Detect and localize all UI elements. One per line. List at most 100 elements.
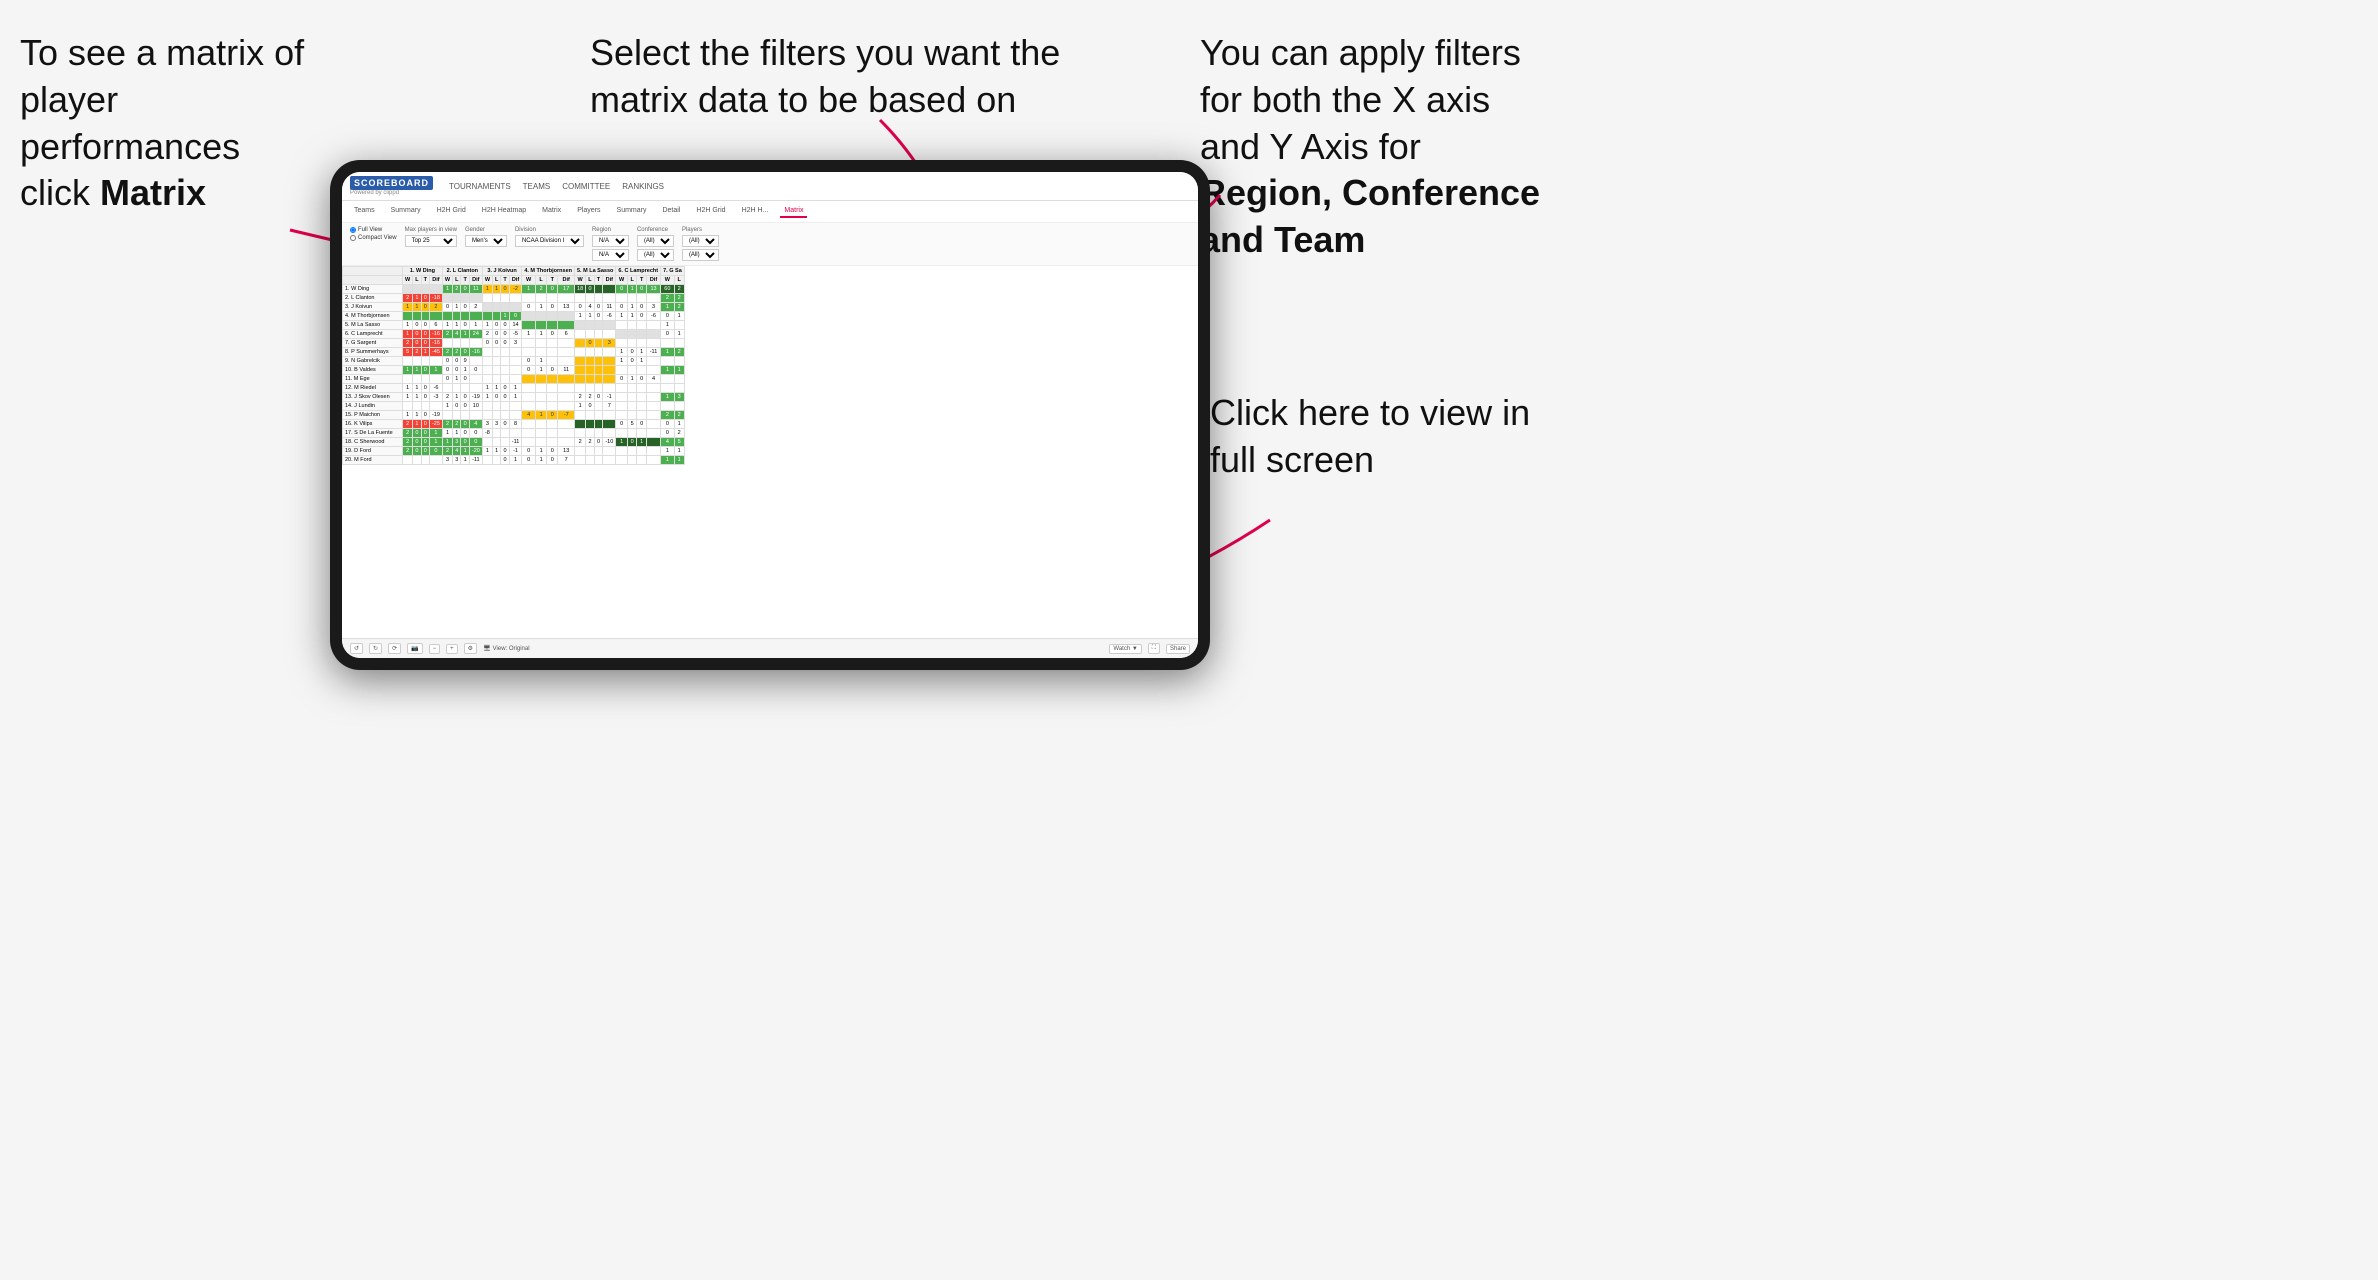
- filter-division: Division NCAA Division I: [515, 227, 584, 247]
- annotation-topleft: To see a matrix ofplayer performancescli…: [20, 30, 340, 217]
- tab-summary[interactable]: Summary: [387, 205, 425, 218]
- tab-h2h-grid[interactable]: H2H Grid: [433, 205, 470, 218]
- row-label: 16. K Vilips: [343, 420, 403, 429]
- filter-bar: Full View Compact View Max players in vi…: [342, 223, 1198, 266]
- row-label: 9. N Gabrelcik: [343, 357, 403, 366]
- nav-items: TOURNAMENTS TEAMS COMMITTEE RANKINGS: [449, 180, 664, 193]
- view-mode-group: Full View Compact View: [350, 227, 397, 241]
- tab-players-h2h-h[interactable]: H2H H...: [738, 205, 773, 218]
- tablet-frame: SCOREBOARD Powered by clippd TOURNAMENTS…: [330, 160, 1210, 670]
- table-row: 14. J Lundin 10010 107: [343, 402, 685, 411]
- tab-h2h-heatmap[interactable]: H2H Heatmap: [478, 205, 530, 218]
- matrix-container[interactable]: 1. W Ding 2. L Clanton 3. J Koivun 4. M …: [342, 266, 1198, 657]
- col-sub-dif3: Dif: [509, 276, 522, 285]
- tab-players-matrix[interactable]: Matrix: [780, 205, 807, 218]
- nav-tournaments[interactable]: TOURNAMENTS: [449, 180, 511, 193]
- app-header: SCOREBOARD Powered by clippd TOURNAMENTS…: [342, 172, 1198, 201]
- tab-teams[interactable]: Teams: [350, 205, 379, 218]
- tab-players-detail[interactable]: Detail: [658, 205, 684, 218]
- tab-matrix[interactable]: Matrix: [538, 205, 565, 218]
- toolbar-screenshot[interactable]: 📷: [407, 643, 422, 654]
- col-sub-l6: L: [627, 276, 636, 285]
- radio-compact-view[interactable]: Compact View: [350, 235, 397, 241]
- col-sub-t6: T: [637, 276, 646, 285]
- filter-gender-label: Gender: [465, 227, 507, 233]
- filter-conference-y-select[interactable]: (All): [637, 249, 674, 261]
- toolbar-watch[interactable]: Watch ▼: [1109, 644, 1141, 654]
- table-row: 10. B Valdes 1101 0010 01011 11: [343, 366, 685, 375]
- table-row: 12. M Riedel 110-6 1101: [343, 384, 685, 393]
- toolbar-share[interactable]: Share: [1166, 644, 1190, 654]
- radio-full-view[interactable]: Full View: [350, 227, 397, 233]
- col-sub-dif1: Dif: [429, 276, 442, 285]
- logo-title: SCOREBOARD: [354, 178, 429, 188]
- col-sub-dif4: Dif: [558, 276, 575, 285]
- table-row: 11. M Ege 010 0104: [343, 375, 685, 384]
- nav-rankings[interactable]: RANKINGS: [622, 180, 664, 193]
- row-label: 6. C Lamprecht: [343, 330, 403, 339]
- tab-players-h2h-grid[interactable]: H2H Grid: [692, 205, 729, 218]
- row-label: 8. P Summerhays: [343, 348, 403, 357]
- filter-region-y-select[interactable]: N/A: [592, 249, 629, 261]
- filter-max-players-select[interactable]: Top 25: [405, 235, 457, 247]
- tab-players-summary[interactable]: Summary: [613, 205, 651, 218]
- row-label: 7. G Sargent: [343, 339, 403, 348]
- toolbar-redo[interactable]: ↻: [369, 643, 382, 654]
- col-sub-l3: L: [493, 276, 501, 285]
- col-subheader-empty: [343, 276, 403, 285]
- logo-box: SCOREBOARD: [350, 176, 433, 190]
- table-row: 13. J Skov Olesen 110-3 210-19 1001 220-…: [343, 393, 685, 402]
- filter-region: Region N/A N/A: [592, 227, 629, 261]
- toolbar-refresh[interactable]: ⟳: [388, 643, 401, 654]
- table-row: 2. L Clanton 210-18 22: [343, 294, 685, 303]
- filter-gender: Gender Men's: [465, 227, 507, 247]
- toolbar-settings[interactable]: ⚙: [464, 643, 477, 654]
- nav-teams[interactable]: TEAMS: [523, 180, 551, 193]
- table-row: 7. G Sargent 200-16 0003 03: [343, 339, 685, 348]
- toolbar-undo[interactable]: ↺: [350, 643, 363, 654]
- filter-division-select[interactable]: NCAA Division I: [515, 235, 584, 247]
- col-sub-w7: W: [661, 276, 674, 285]
- col-sub-t1: T: [421, 276, 429, 285]
- radio-full-view-input[interactable]: [350, 227, 356, 233]
- row-label: 5. M La Sasso: [343, 321, 403, 330]
- toolbar-zoom-in[interactable]: +: [446, 644, 458, 654]
- col-header-gsa: 7. G Sa: [661, 267, 685, 276]
- col-header-mlasasso: 5. M La Sasso: [574, 267, 615, 276]
- tab-players[interactable]: Players: [573, 205, 604, 218]
- col-sub-dif6: Dif: [646, 276, 660, 285]
- row-label: 12. M Riedel: [343, 384, 403, 393]
- toolbar-fullscreen[interactable]: ⛶: [1148, 643, 1160, 654]
- filter-max-players: Max players in view Top 25: [405, 227, 457, 247]
- radio-compact-view-input[interactable]: [350, 235, 356, 241]
- filter-players: Players (All) (All): [682, 227, 719, 261]
- filter-conference-x-select[interactable]: (All): [637, 235, 674, 247]
- table-row: 8. P Summerhays 521-45 220-16 101-11 12: [343, 348, 685, 357]
- col-sub-w3: W: [482, 276, 492, 285]
- view-icon: 🖥: [483, 645, 491, 652]
- nav-committee[interactable]: COMMITTEE: [562, 180, 610, 193]
- row-label: 15. P Maichon: [343, 411, 403, 420]
- table-row: 5. M La Sasso 1006 1101 10014 1: [343, 321, 685, 330]
- watch-label: Watch: [1113, 646, 1130, 652]
- col-sub-t5: T: [594, 276, 602, 285]
- col-header-jkoivun: 3. J Koivun: [482, 267, 522, 276]
- filter-conference-label: Conference: [637, 227, 674, 233]
- col-sub-t3: T: [501, 276, 509, 285]
- row-label: 19. D Ford: [343, 447, 403, 456]
- toolbar-view-original[interactable]: 🖥 View: Original: [483, 645, 530, 652]
- col-sub-dif5: Dif: [603, 276, 616, 285]
- toolbar-zoom-out[interactable]: −: [429, 644, 441, 654]
- filter-players-x-select[interactable]: (All): [682, 235, 719, 247]
- filter-players-y-select[interactable]: (All): [682, 249, 719, 261]
- table-row: 19. D Ford 2000 241-20 110-1 01013 11: [343, 447, 685, 456]
- filter-region-x-select[interactable]: N/A: [592, 235, 629, 247]
- filter-max-players-label: Max players in view: [405, 227, 457, 233]
- filter-region-label: Region: [592, 227, 629, 233]
- row-label: 10. B Valdes: [343, 366, 403, 375]
- row-label: 20. M Ford: [343, 456, 403, 465]
- col-sub-w4: W: [522, 276, 536, 285]
- annotation-topright: You can apply filters for both the X axi…: [1200, 30, 1560, 264]
- filter-gender-select[interactable]: Men's: [465, 235, 507, 247]
- annotation-bottomright: Click here to view in full screen: [1210, 390, 1550, 484]
